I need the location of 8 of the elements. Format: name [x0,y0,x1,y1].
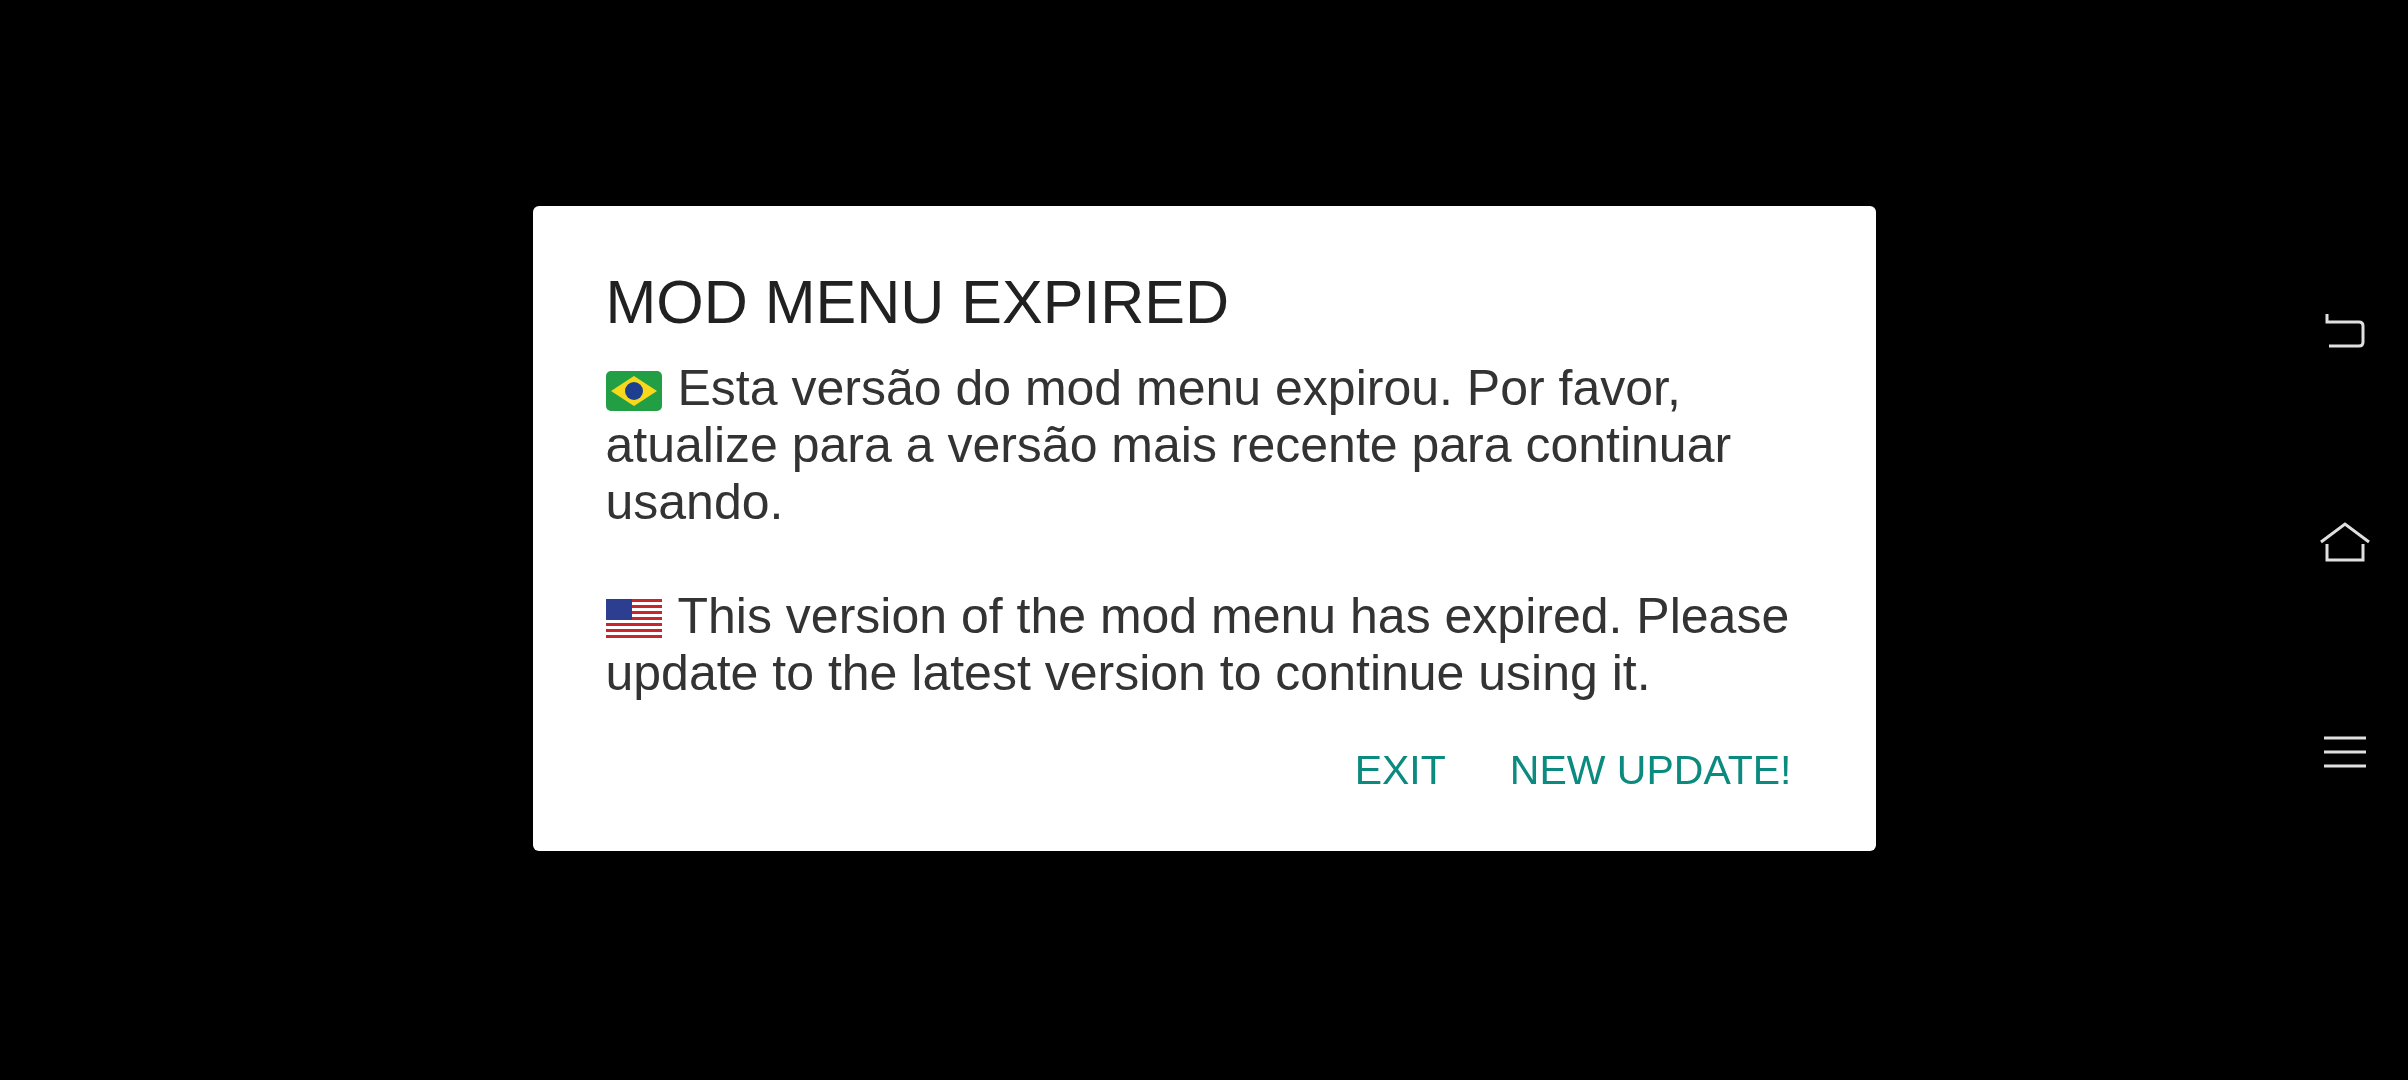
menu-icon[interactable] [2322,734,2368,770]
brazil-flag-icon [605,371,662,411]
dialog-message: Esta versão do mod menu expirou. Por favor, atualize para a versão mais recente para continuar usando. [605,360,1733,531]
dialog-title: MOD MENU EXPIRED [605,267,1231,338]
dialog-button[interactable]: NEW UPDATE! [1497,730,1804,811]
usa-flag-icon [605,599,662,639]
dialog-button[interactable]: EXIT [1342,730,1458,811]
dialog-message: This version of the mod menu has expired. Please update to the latest version to continue using it. [605,588,1791,702]
